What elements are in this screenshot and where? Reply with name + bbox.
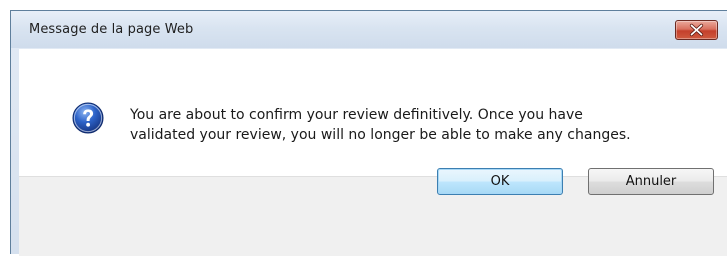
window-title: Message de la page Web [29,22,194,37]
message-line-2: validated your review, you will no longe… [130,127,631,143]
title-bar[interactable]: Message de la page Web [11,11,727,48]
ok-button[interactable]: OK [437,168,563,195]
dialog-client-area: You are about to confirm your review def… [19,49,727,256]
dialog-message: You are about to confirm your review def… [130,105,720,145]
message-line-1: You are about to confirm your review def… [130,107,583,123]
dialog-window: Message de la page Web You are about to … [10,10,727,256]
close-button[interactable] [675,20,718,40]
question-icon [72,102,104,134]
cancel-button[interactable]: Annuler [588,168,714,195]
message-area: You are about to confirm your review def… [19,49,727,169]
close-icon [689,23,704,37]
